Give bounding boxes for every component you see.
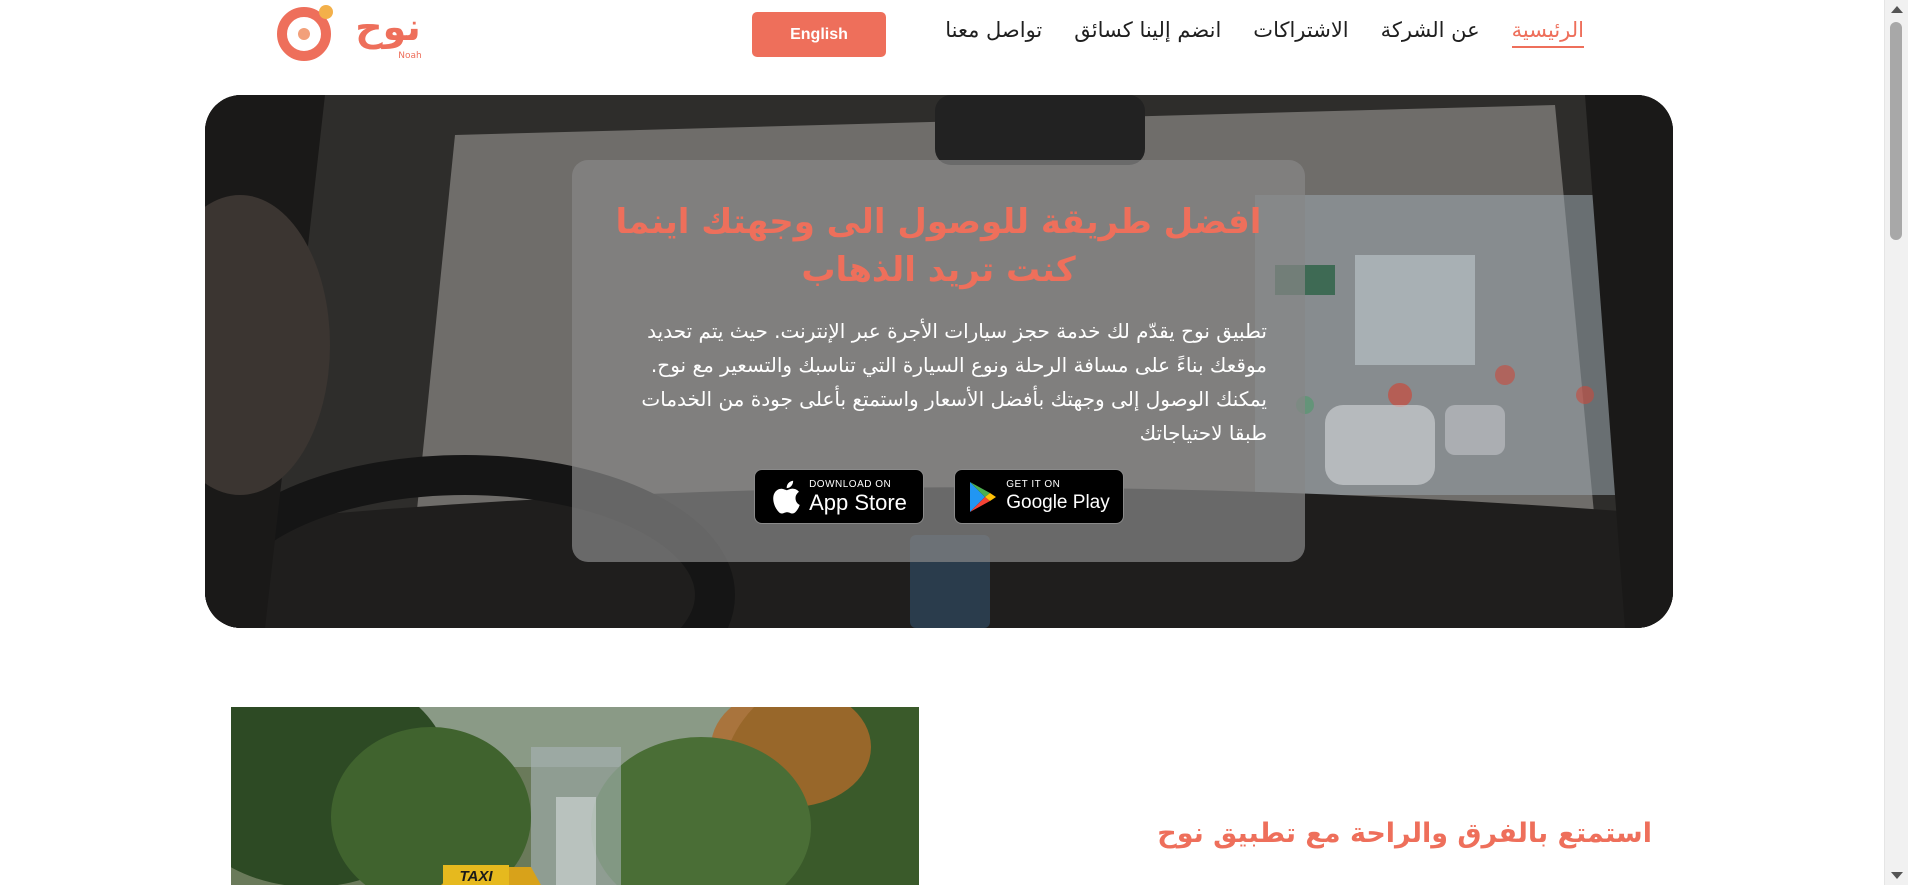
nav-item-about[interactable]: عن الشركة xyxy=(1381,18,1480,48)
app-store-button[interactable]: DOWNLOAD ON App Store xyxy=(754,469,924,524)
nav-item-home[interactable]: الرئيسية xyxy=(1511,18,1584,48)
taxi-sign-text: TAXI xyxy=(459,868,493,885)
language-toggle-button[interactable]: English xyxy=(752,12,886,57)
logo-subtext: Noah xyxy=(398,51,421,61)
google-play-big-text: Google Play xyxy=(1006,491,1110,513)
logo-text: نوح xyxy=(355,5,420,49)
page: نوح Noah English الرئيسية عن الشركة الاش… xyxy=(0,0,1908,885)
apple-icon xyxy=(773,480,800,514)
nav-item-contact[interactable]: تواصل معنا xyxy=(945,18,1042,48)
brand-logo[interactable]: نوح Noah xyxy=(270,0,430,64)
google-play-small-text: GET IT ON xyxy=(1006,478,1061,490)
site-header: نوح Noah English الرئيسية عن الشركة الاش… xyxy=(0,0,1884,72)
logo-graphic: نوح Noah xyxy=(277,5,422,61)
feature-image: TAXI xyxy=(231,707,919,885)
nav-item-join-driver[interactable]: انضم إلينا كسائق xyxy=(1074,18,1221,48)
google-play-button[interactable]: GET IT ON Google Play xyxy=(954,469,1124,524)
scroll-up-icon[interactable] xyxy=(1891,6,1903,13)
app-store-small-text: DOWNLOAD ON xyxy=(809,478,892,490)
hero-title: افضل طريقة للوصول الى وجهتك اينما كنت تر… xyxy=(615,202,1262,290)
google-play-icon xyxy=(970,481,997,512)
page-scrollbar[interactable] xyxy=(1884,0,1908,885)
feature-title: استمتع بالفرق والراحة مع تطبيق نوح xyxy=(1157,818,1652,849)
taxi-street-photo: TAXI xyxy=(231,707,919,885)
hero-card: افضل طريقة للوصول الى وجهتك اينما كنت تر… xyxy=(572,160,1305,562)
scroll-thumb[interactable] xyxy=(1890,22,1902,240)
nav-item-subscriptions[interactable]: الاشتراكات xyxy=(1253,18,1348,48)
main-nav: الرئيسية عن الشركة الاشتراكات انضم إلينا… xyxy=(945,18,1584,48)
scroll-down-icon[interactable] xyxy=(1891,872,1903,879)
hero-section: افضل طريقة للوصول الى وجهتك اينما كنت تر… xyxy=(205,95,1673,628)
hero-description: تطبيق نوح يقدّم لك خدمة حجز سيارات الأجر… xyxy=(641,319,1267,445)
app-store-big-text: App Store xyxy=(809,489,907,515)
